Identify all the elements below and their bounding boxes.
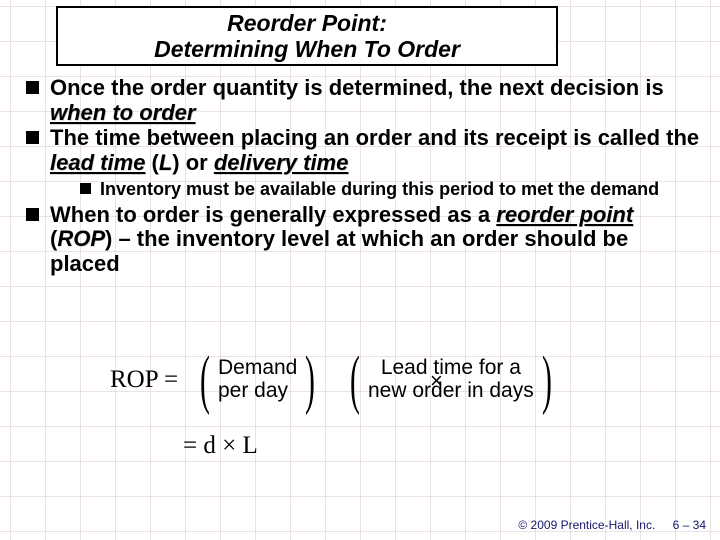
bullet-3: When to order is generally expressed as …	[22, 203, 700, 277]
g1-l2: per day	[218, 380, 297, 403]
kw-L: L	[159, 150, 172, 175]
copyright: © 2009 Prentice-Hall, Inc.	[518, 518, 655, 532]
formula-block: ROP = ( Demand per day ) × ( Lead time f…	[110, 336, 640, 446]
footer: © 2009 Prentice-Hall, Inc. 6 – 34	[518, 518, 706, 532]
kw-when-to-order: when to order	[50, 100, 195, 125]
rparen-2: )	[542, 342, 552, 418]
kw-delivery-time: delivery time	[214, 150, 349, 175]
group1-text: Demand per day	[216, 357, 299, 402]
lparen-2: (	[350, 342, 360, 418]
g2-l1: Lead time for a	[368, 357, 534, 380]
rop-equals: ROP =	[110, 366, 178, 394]
lparen-1: (	[200, 342, 210, 418]
b2-text-a: The time between placing an order and it…	[50, 125, 699, 150]
b3-text-a: When to order is generally expressed as …	[50, 202, 496, 227]
title-line2: Determining When To Order	[154, 36, 460, 62]
page-number: 6 – 34	[673, 518, 706, 532]
b3-tail: ) – the inventory level at which an orde…	[50, 226, 628, 276]
g1-l1: Demand	[218, 357, 297, 380]
formula-dL: = d × L	[183, 432, 258, 460]
group-demand: ( Demand per day )	[194, 342, 321, 418]
slide-title: Reorder Point: Determining When To Order	[56, 6, 558, 66]
bullet-2: The time between placing an order and it…	[22, 126, 700, 198]
b2-mid2: ) or	[172, 150, 214, 175]
kw-reorder-point: reorder point	[496, 202, 633, 227]
rparen-1: )	[305, 342, 315, 418]
bullet-1: Once the order quantity is determined, t…	[22, 76, 700, 125]
b2-paren-open: (	[145, 150, 158, 175]
sub-bullet-1: Inventory must be available during this …	[78, 179, 700, 199]
rop-label: ROP	[110, 366, 158, 393]
b1-text: Once the order quantity is determined, t…	[50, 75, 664, 100]
title-line1: Reorder Point:	[227, 10, 387, 36]
group2-text: Lead time for a new order in days	[366, 357, 536, 402]
kw-lead-time: lead time	[50, 150, 145, 175]
group-leadtime: ( Lead time for a new order in days )	[344, 342, 558, 418]
eq-dL: = d × L	[183, 432, 258, 459]
eq-sign-1: =	[164, 366, 178, 393]
content-area: Once the order quantity is determined, t…	[22, 76, 700, 278]
kw-rop: ROP	[57, 226, 105, 251]
g2-l2: new order in days	[368, 380, 534, 403]
